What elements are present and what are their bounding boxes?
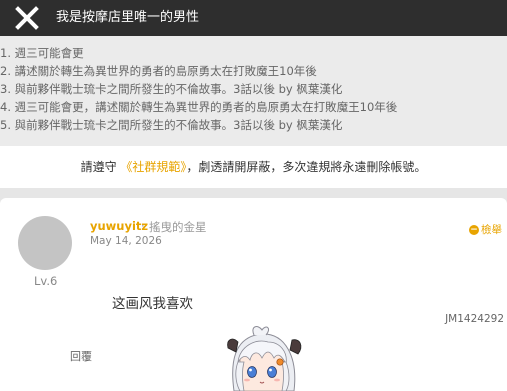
report-icon: − (469, 224, 479, 235)
report-button[interactable]: − 檢舉 (469, 222, 502, 237)
reply-button[interactable]: 回覆 (70, 348, 92, 364)
comment-date: May 14, 2026 (90, 235, 162, 247)
username-link[interactable]: yuwuyitz (90, 219, 148, 233)
rules-prefix: 請遵守 (80, 160, 117, 174)
close-icon[interactable] (14, 6, 40, 30)
rules-text: 請遵守 《社群規範》，劇透請開屏蔽，多次違規將永遠刪除帳號。 (0, 159, 507, 175)
rules-suffix: ，劇透請開屏蔽，多次違規將永遠刪除帳號。 (186, 160, 427, 174)
top-bar: 我是按摩店里唯一的男性 (0, 0, 507, 36)
avatar[interactable] (18, 216, 72, 270)
page-title: 我是按摩店里唯一的男性 (56, 10, 200, 25)
comment-card: Lv.6 yuwuyitz · 搖曳的金星 May 14, 2026 − 檢舉 … (0, 198, 507, 391)
description-line-5: 5. 與前夥伴戰士琉卡之間所發生的不倫故事。3話以後 by 枫葉漢化 (0, 118, 343, 132)
comment-content: 这画风我喜欢 (112, 296, 193, 312)
user-level: Lv.6 (34, 274, 58, 288)
username-separator: · (141, 219, 145, 233)
description-line-1: 1. 週三可能會更 (0, 46, 84, 60)
description-line-3: 3. 與前夥伴戰士琉卡之間所發生的不倫故事。3話以後 by 枫葉漢化 (0, 82, 343, 96)
post-id: JM1424292 (445, 313, 504, 325)
user-title: 搖曳的金星 (149, 220, 207, 234)
description-line-2: 2. 講述關於轉生為異世界的勇者的島原勇太在打敗魔王10年後 (0, 64, 317, 78)
description-line-4: 4. 週三可能會更，講述關於轉生為異世界的勇者的島原勇太在打敗魔王10年後 (0, 100, 398, 114)
report-label: 檢舉 (481, 224, 502, 236)
anime-girl-sticker (220, 322, 306, 391)
description-panel: 1. 週三可能會更 2. 講述關於轉生為異世界的勇者的島原勇太在打敗魔王10年後… (0, 36, 507, 146)
community-rules-link[interactable]: 《社群規範》 (120, 160, 186, 174)
community-rules-banner: 請遵守 《社群規範》，劇透請開屏蔽，多次違規將永遠刪除帳號。 (0, 146, 507, 188)
